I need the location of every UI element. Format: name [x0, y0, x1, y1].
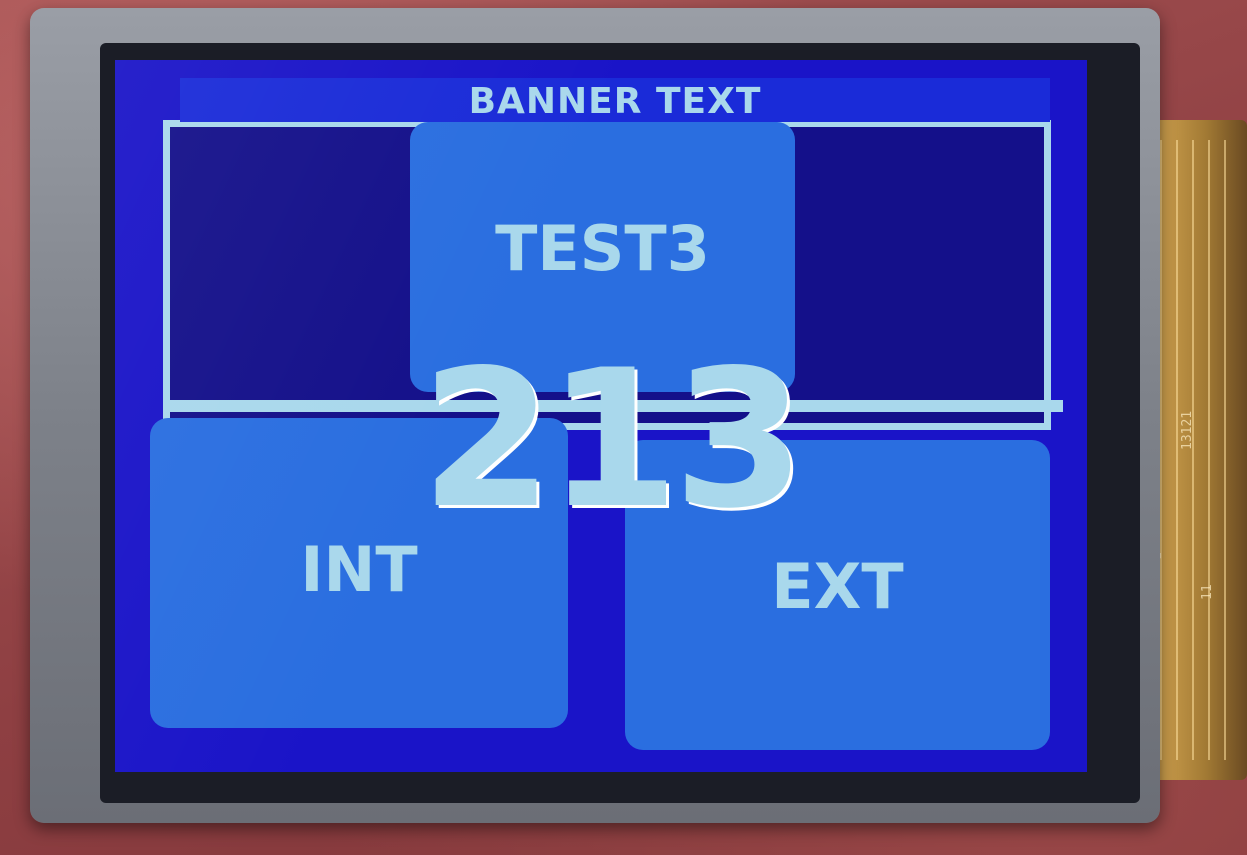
cable-trace	[1208, 140, 1210, 760]
cable-trace	[1224, 140, 1226, 760]
cable-trace	[1192, 140, 1194, 760]
cable-trace	[1160, 140, 1162, 760]
cable-label: 11	[1200, 584, 1215, 600]
lcd-module: BANNER TEXT TEST3 INT EXT 213	[30, 8, 1160, 823]
lcd-screen: BANNER TEXT TEST3 INT EXT 213	[115, 60, 1087, 772]
banner-text: BANNER TEXT	[180, 78, 1050, 122]
cable-label: 13121	[1180, 410, 1195, 450]
cable-trace	[1176, 140, 1178, 760]
counter-value: 213	[420, 329, 806, 550]
